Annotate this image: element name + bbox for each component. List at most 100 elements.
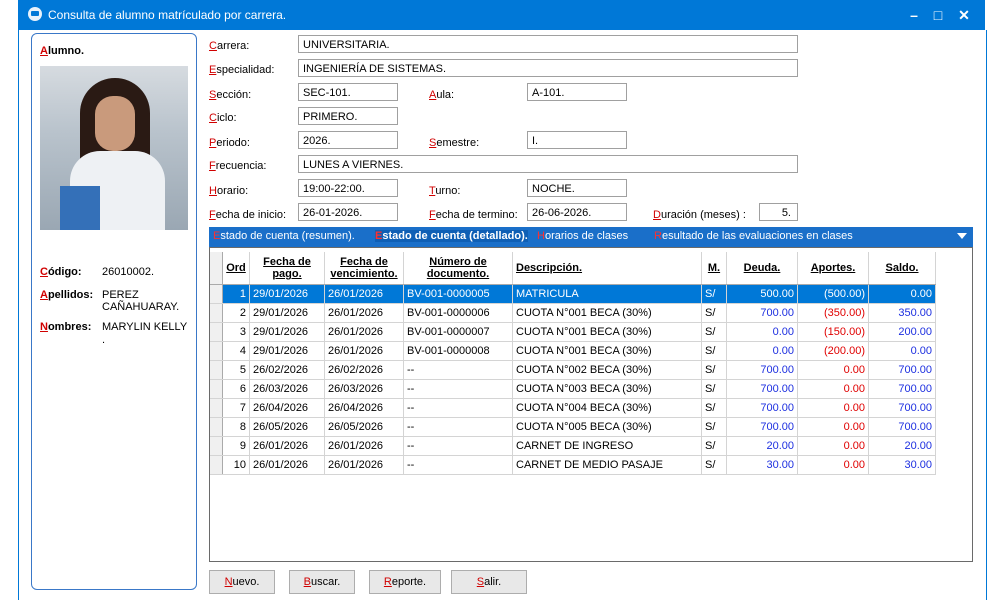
cell-moneda: S/ (701, 455, 727, 475)
col-moneda[interactable]: M. (701, 252, 727, 285)
col-fecha-pago[interactable]: Fecha de pago. (249, 252, 325, 285)
row-indicator-header (210, 252, 223, 285)
carrera-field[interactable]: UNIVERSITARIA. (298, 35, 798, 53)
tab-estado-resumen[interactable]: Estado de cuenta (resumen). (213, 230, 355, 242)
account-grid[interactable]: Ord Fecha de pago. Fecha de vencimiento.… (209, 247, 973, 562)
cell-fecha-vencimiento: 26/01/2026 (324, 322, 404, 342)
cell-descripcion: CUOTA N°001 BECA (30%) (512, 341, 702, 361)
cell-descripcion: MATRICULA (512, 284, 702, 304)
cell-ord: 1 (222, 284, 250, 304)
main-window: Alumno. Código: 26010002. Apellidos: PER… (18, 30, 987, 600)
carrera-label: Carrera: (209, 40, 250, 52)
cell-aportes: 0.00 (797, 398, 869, 418)
cell-descripcion: CUOTA N°001 BECA (30%) (512, 322, 702, 342)
periodo-field[interactable]: 2026. (298, 131, 398, 149)
cell-aportes: (500.00) (797, 284, 869, 304)
apellidos-value-1: PEREZ (102, 289, 139, 301)
salir-button[interactable]: Salir. (451, 570, 527, 594)
table-row[interactable]: 1 29/01/2026 26/01/2026 BV-001-0000005 MATRI… (210, 284, 936, 304)
cell-numero-documento: -- (403, 455, 513, 475)
col-numero-documento[interactable]: Número de documento. (403, 252, 513, 285)
semestre-label: Semestre: (429, 137, 480, 149)
cell-descripcion: CARNET DE MEDIO PASAJE (512, 455, 702, 475)
cell-moneda: S/ (701, 436, 727, 456)
table-row[interactable]: 5 26/02/2026 26/02/2026 -- CUOTA N°002 BECA … (210, 360, 936, 380)
periodo-label: Periodo: (209, 137, 250, 149)
cell-deuda: 500.00 (726, 284, 798, 304)
horario-label: Horario: (209, 185, 249, 197)
cell-fecha-vencimiento: 26/01/2026 (324, 284, 404, 304)
col-deuda[interactable]: Deuda. (726, 252, 798, 285)
cell-saldo: 700.00 (868, 360, 936, 380)
nombres-value: MARYLIN KELLY (102, 321, 188, 333)
cell-saldo: 200.00 (868, 322, 936, 342)
cell-deuda: 700.00 (726, 398, 798, 418)
frecuencia-field[interactable]: LUNES A VIERNES. (298, 155, 798, 173)
table-row[interactable]: 8 26/05/2026 26/05/2026 -- CUOTA N°005 BECA … (210, 417, 936, 437)
turno-field[interactable]: NOCHE. (527, 179, 627, 197)
horario-field[interactable]: 19:00-22:00. (298, 179, 398, 197)
reporte-button[interactable]: Reporte. (369, 570, 441, 594)
row-indicator[interactable] (210, 455, 223, 475)
row-indicator[interactable] (210, 322, 223, 342)
cell-ord: 3 (222, 322, 250, 342)
aula-label: Aula: (429, 89, 455, 101)
cell-aportes: 0.00 (797, 379, 869, 399)
table-row[interactable]: 10 26/01/2026 26/01/2026 -- CARNET DE MEDIO … (210, 455, 936, 475)
col-fecha-vencimiento[interactable]: Fecha de vencimiento. (324, 252, 404, 285)
tab-dropdown-icon[interactable] (957, 233, 967, 239)
cell-numero-documento: BV-001-0000008 (403, 341, 513, 361)
nuevo-button[interactable]: Nuevo. (209, 570, 275, 594)
cell-fecha-vencimiento: 26/04/2026 (324, 398, 404, 418)
cell-fecha-pago: 26/05/2026 (249, 417, 325, 437)
row-indicator[interactable] (210, 360, 223, 380)
row-indicator[interactable] (210, 341, 223, 361)
row-indicator[interactable] (210, 379, 223, 399)
cell-fecha-vencimiento: 26/01/2026 (324, 341, 404, 361)
col-ord[interactable]: Ord (222, 252, 250, 285)
seccion-field[interactable]: SEC-101. (298, 83, 398, 101)
table-row[interactable]: 3 29/01/2026 26/01/2026 BV-001-0000007 CUOTA… (210, 322, 936, 342)
table-row[interactable]: 4 29/01/2026 26/01/2026 BV-001-0000008 CUOTA… (210, 341, 936, 361)
row-indicator[interactable] (210, 398, 223, 418)
cell-moneda: S/ (701, 417, 727, 437)
cell-descripcion: CUOTA N°002 BECA (30%) (512, 360, 702, 380)
cell-fecha-vencimiento: 26/02/2026 (324, 360, 404, 380)
col-saldo[interactable]: Saldo. (868, 252, 936, 285)
row-indicator[interactable] (210, 284, 223, 304)
cell-saldo: 30.00 (868, 455, 936, 475)
row-indicator[interactable] (210, 417, 223, 437)
cell-saldo: 700.00 (868, 417, 936, 437)
cell-deuda: 20.00 (726, 436, 798, 456)
cell-ord: 5 (222, 360, 250, 380)
buscar-button[interactable]: Buscar. (289, 570, 355, 594)
fecha-termino-field[interactable]: 26-06-2026. (527, 203, 627, 221)
cell-fecha-vencimiento: 26/05/2026 (324, 417, 404, 437)
table-row[interactable]: 9 26/01/2026 26/01/2026 -- CARNET DE INGRESO… (210, 436, 936, 456)
semestre-field[interactable]: I. (527, 131, 627, 149)
table-row[interactable]: 6 26/03/2026 26/03/2026 -- CUOTA N°003 BECA … (210, 379, 936, 399)
cell-deuda: 0.00 (726, 341, 798, 361)
row-indicator[interactable] (210, 436, 223, 456)
row-indicator[interactable] (210, 303, 223, 323)
tab-evaluaciones[interactable]: Resultado de las evaluaciones en clases (654, 230, 853, 242)
cell-descripcion: CARNET DE INGRESO (512, 436, 702, 456)
tab-estado-detallado[interactable]: Estado de cuenta (detallado). (375, 230, 528, 242)
maximize-button[interactable]: □ (928, 6, 948, 24)
col-aportes[interactable]: Aportes. (797, 252, 869, 285)
aula-field[interactable]: A-101. (527, 83, 627, 101)
fecha-inicio-field[interactable]: 26-01-2026. (298, 203, 398, 221)
cell-deuda: 700.00 (726, 360, 798, 380)
table-row[interactable]: 2 29/01/2026 26/01/2026 BV-001-0000006 CUOTA… (210, 303, 936, 323)
col-descripcion[interactable]: Descripción. (512, 252, 702, 285)
cell-deuda: 700.00 (726, 303, 798, 323)
cell-saldo: 0.00 (868, 341, 936, 361)
ciclo-field[interactable]: PRIMERO. (298, 107, 398, 125)
minimize-button[interactable]: – (904, 6, 924, 24)
duracion-field[interactable]: 5. (759, 203, 798, 221)
cell-moneda: S/ (701, 322, 727, 342)
especialidad-field[interactable]: INGENIERÍA DE SISTEMAS. (298, 59, 798, 77)
tab-horarios[interactable]: Horarios de clases (537, 230, 628, 242)
table-row[interactable]: 7 26/04/2026 26/04/2026 -- CUOTA N°004 BECA … (210, 398, 936, 418)
close-button[interactable]: ✕ (954, 6, 974, 24)
